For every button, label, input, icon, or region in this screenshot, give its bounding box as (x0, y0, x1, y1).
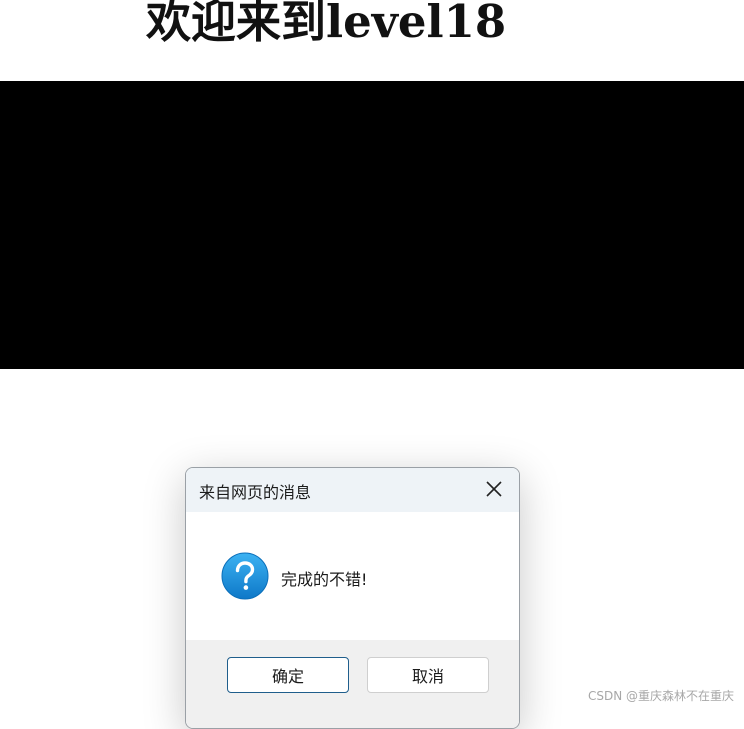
dialog-body: 完成的不错! (186, 512, 519, 640)
page-heading-prefix: 欢迎来到 (146, 0, 327, 48)
dialog-footer: 确定 取消 (186, 640, 519, 728)
close-icon (486, 481, 502, 497)
cancel-button[interactable]: 取消 (367, 657, 489, 693)
ok-button[interactable]: 确定 (227, 657, 349, 693)
dialog-message: 完成的不错! (281, 570, 368, 589)
dialog-title: 来自网页的消息 (199, 483, 312, 502)
alert-dialog: 来自网页的消息 完成的不错! 确定 取消 (185, 467, 520, 729)
page-heading-suffix: level18 (326, 0, 507, 48)
page-heading: 欢迎来到level18 (146, 0, 506, 50)
question-icon (221, 552, 269, 600)
close-button[interactable] (482, 477, 506, 501)
watermark-text: CSDN @重庆森林不在重庆 (587, 689, 734, 703)
dialog-titlebar: 来自网页的消息 (186, 468, 519, 512)
embedded-media-area (0, 81, 744, 369)
